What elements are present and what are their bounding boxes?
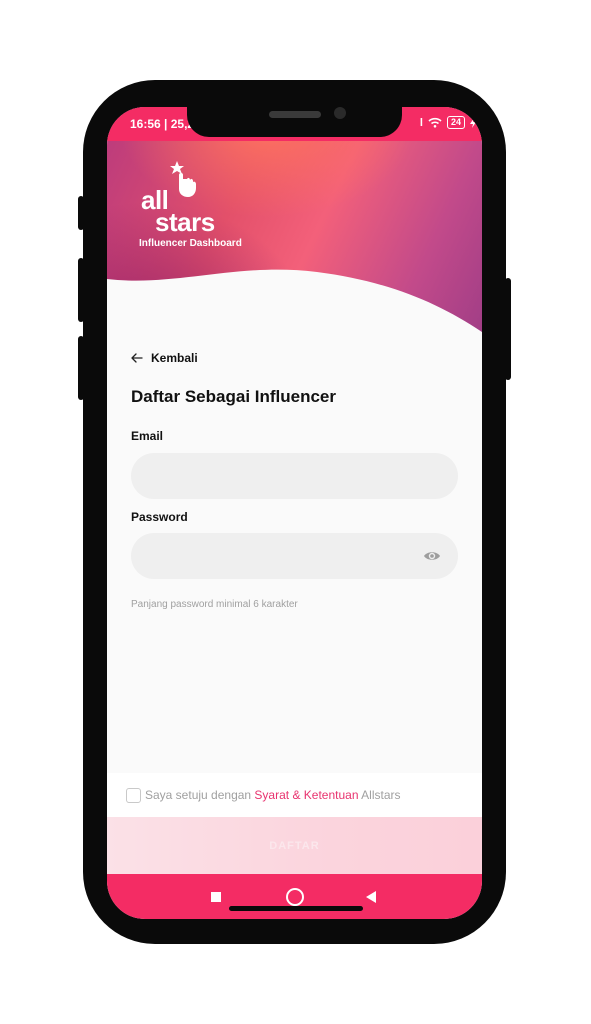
agreement-prefix: Saya setuju dengan <box>145 788 255 802</box>
agreement-suffix: Allstars <box>358 788 401 802</box>
front-camera <box>334 107 346 119</box>
page-title: Daftar Sebagai Influencer <box>131 387 337 406</box>
status-icons: l 24 <box>420 116 476 129</box>
eye-icon[interactable] <box>423 549 441 563</box>
signal-tail: l <box>419 116 423 129</box>
camera-notch <box>187 107 402 137</box>
android-nav-bar <box>107 874 482 919</box>
terms-link[interactable]: Syarat & Ketentuan <box>254 788 358 802</box>
allstars-logo: all stars <box>141 159 215 235</box>
app-screen: all stars Influencer Dashboard 16:56 | 2… <box>107 107 482 919</box>
register-button[interactable]: DAFTAR <box>107 817 482 874</box>
nav-home-icon[interactable] <box>286 888 304 906</box>
email-label: Email <box>131 429 164 443</box>
back-label: Kembali <box>151 351 198 365</box>
password-label: Password <box>131 510 188 524</box>
home-indicator <box>229 906 363 911</box>
nav-recent-icon[interactable] <box>211 892 221 902</box>
hero-banner: all stars Influencer Dashboard <box>107 107 482 357</box>
back-button[interactable]: Kembali <box>131 351 198 365</box>
password-hint: Panjang password minimal 6 karakter <box>131 599 298 610</box>
status-time: 16:56 | 25,2 <box>130 117 195 131</box>
agreement-text: Saya setuju dengan Syarat & Ketentuan Al… <box>145 788 401 802</box>
nav-back-icon[interactable] <box>366 891 376 903</box>
agreement-bar: Saya setuju dengan Syarat & Ketentuan Al… <box>107 773 482 817</box>
logo-subtitle: Influencer Dashboard <box>139 238 242 249</box>
agreement-checkbox[interactable] <box>126 788 141 803</box>
battery-icon: 24 <box>446 116 465 129</box>
charging-icon <box>470 117 476 128</box>
email-input[interactable] <box>131 453 458 499</box>
earpiece-speaker <box>269 111 321 118</box>
hero-wave <box>107 269 482 357</box>
pointer-star-icon <box>170 161 196 197</box>
back-arrow-icon <box>131 353 143 363</box>
wifi-icon <box>428 117 442 128</box>
password-input[interactable] <box>131 533 458 579</box>
